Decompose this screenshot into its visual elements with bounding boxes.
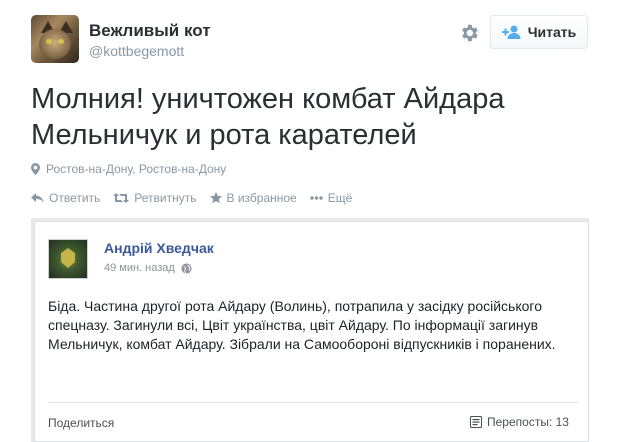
location-pin-icon [31, 163, 40, 175]
post-author-name: Андрій Хведчак [104, 240, 214, 256]
post-author-avatar [48, 239, 88, 279]
cat-eye-right [58, 39, 64, 44]
post-time-label: 49 мин. назад [104, 262, 175, 274]
crest-emblem [61, 248, 75, 268]
cat-eye-left [46, 39, 52, 44]
follow-button[interactable]: Читать [490, 15, 588, 49]
reply-icon [31, 193, 44, 203]
post-body: Біда. Частина другої рота Айдару (Волинь… [48, 298, 556, 352]
tweet-text: Молния! уничтожен комбат Айдара Мельничу… [31, 83, 505, 151]
follow-label: Читать [527, 24, 577, 40]
post-timestamp: 49 мин. назад [104, 262, 192, 274]
repost-icon [470, 416, 482, 428]
share-link: Поделиться [48, 416, 115, 430]
favorite-label: В избранное [226, 191, 297, 205]
reply-label: Ответить [49, 191, 101, 205]
facebook-post-card: Андрій Хведчак 49 мин. назад Біда. Части… [34, 221, 589, 442]
tweet-location[interactable]: Ростов-на-Дону, Ростов-на-Дону [31, 162, 226, 176]
retweet-button[interactable]: Ретвитнуть [113, 191, 197, 205]
more-button[interactable]: Ещё [310, 191, 353, 205]
location-label: Ростов-на-Дону, Ростов-на-Дону [46, 162, 227, 176]
user-screen-name[interactable]: @kottbegemott [89, 43, 184, 59]
retweet-label: Ретвитнуть [134, 191, 197, 205]
gear-icon[interactable] [458, 22, 480, 44]
globe-icon [181, 262, 192, 274]
more-dots-icon [310, 196, 323, 200]
user-display-name[interactable]: Вежливый кот [89, 21, 211, 41]
reposts-count: Перепосты: 13 [470, 415, 569, 429]
user-avatar[interactable] [31, 15, 79, 63]
reposts-label: Перепосты: 13 [487, 415, 569, 429]
reply-button[interactable]: Ответить [31, 191, 100, 205]
star-icon [209, 192, 222, 204]
retweet-icon [113, 193, 130, 203]
cat-face [39, 29, 71, 59]
post-divider [48, 402, 578, 403]
add-user-icon [501, 25, 521, 39]
more-label: Ещё [327, 191, 353, 205]
embedded-screenshot[interactable]: Андрій Хведчак 49 мин. назад Біда. Части… [31, 218, 589, 442]
tweet-actions: Ответить Ретвитнуть В избранное Ещё [31, 191, 352, 205]
favorite-button[interactable]: В избранное [209, 191, 297, 205]
